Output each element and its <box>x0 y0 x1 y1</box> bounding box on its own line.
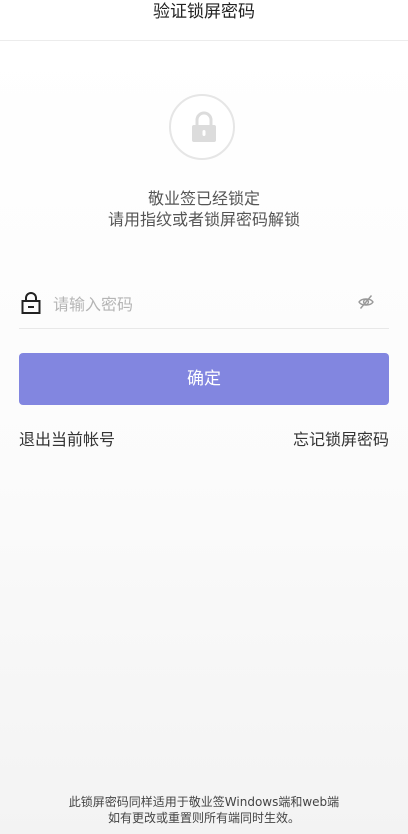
locked-message: 敬业签已经锁定 <box>147 189 260 208</box>
lock-badge <box>169 94 235 160</box>
logout-account-link[interactable]: 退出当前帐号 <box>19 429 115 451</box>
footer-note-line1: 此锁屏密码同样适用于敬业签Windows端和web端 <box>68 795 340 809</box>
password-input[interactable] <box>53 291 343 317</box>
confirm-button[interactable]: 确定 <box>19 353 389 405</box>
footer-note: 此锁屏密码同样适用于敬业签Windows端和web端 如有更改或重置则所有端同时… <box>0 794 408 826</box>
forgot-password-link[interactable]: 忘记锁屏密码 <box>293 429 389 451</box>
unlock-instructions: 请用指纹或者锁屏密码解锁 <box>107 210 300 229</box>
header: 验证锁屏密码 <box>0 0 408 41</box>
password-field <box>19 285 389 329</box>
lock-icon <box>192 111 216 142</box>
eye-hidden-icon[interactable] <box>357 293 375 315</box>
lock-screen-content: 敬业签已经锁定 请用指纹或者锁屏密码解锁 确定 退出当前帐号 忘记锁屏密码 此锁… <box>0 42 408 834</box>
padlock-icon <box>21 291 41 319</box>
footer-note-line2: 如有更改或重置则所有端同时生效。 <box>107 811 300 825</box>
page-title: 验证锁屏密码 <box>153 2 255 22</box>
